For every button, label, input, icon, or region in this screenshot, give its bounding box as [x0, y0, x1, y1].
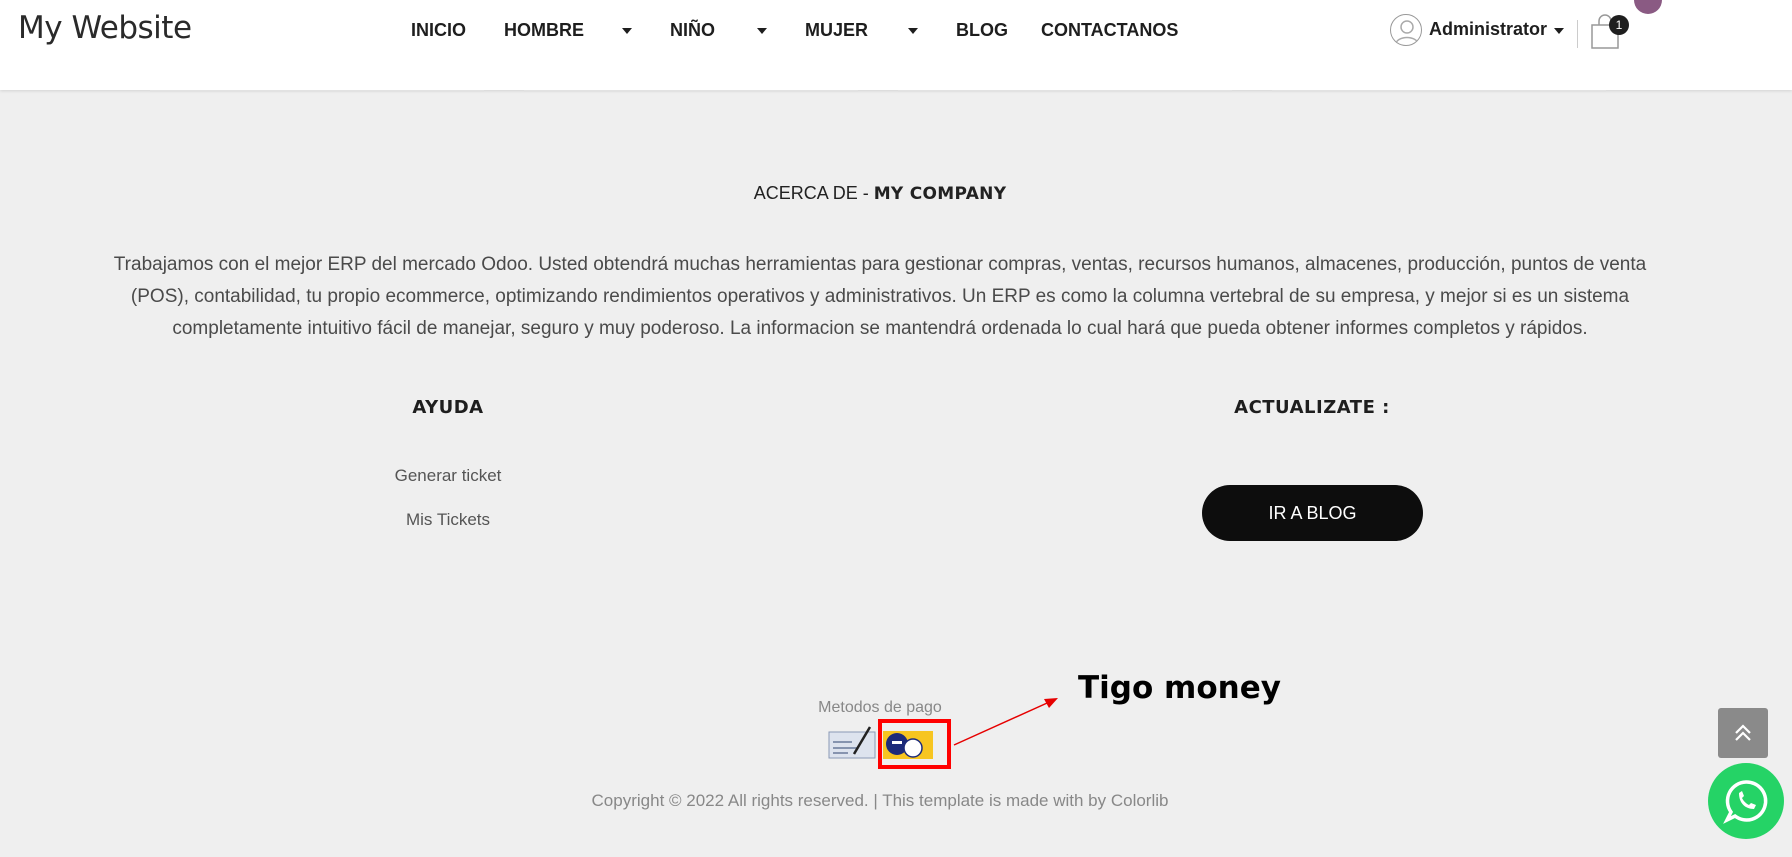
user-menu[interactable]: Administrator	[1429, 19, 1547, 40]
annotation-arrow-icon	[953, 698, 1058, 746]
about-heading-company: MY COMPANY	[873, 184, 1007, 204]
nav-inicio[interactable]: INICIO	[411, 20, 466, 41]
about-paragraph: Trabajamos con el mejor ERP del mercado …	[113, 254, 1647, 339]
tigo-money-logo-icon	[883, 731, 933, 759]
nav-nino[interactable]: NIÑO	[670, 20, 715, 41]
copyright-text: Copyright © 2022 All rights reserved. | …	[591, 791, 1169, 810]
go-to-blog-button[interactable]: IR A BLOG	[1202, 485, 1423, 541]
user-dropdown-caret-icon[interactable]	[1554, 28, 1564, 34]
help-heading: AYUDA	[412, 397, 484, 418]
product-card-edge	[150, 90, 484, 92]
floating-indicator	[1634, 0, 1662, 14]
double-chevron-up-icon	[1735, 724, 1751, 741]
user-avatar-icon[interactable]	[1390, 14, 1422, 46]
nav-mujer[interactable]: MUJER	[805, 20, 868, 41]
product-card-edge	[898, 90, 1232, 92]
scroll-to-top-button[interactable]	[1718, 708, 1768, 758]
about-heading-prefix: ACERCA DE -	[753, 183, 874, 203]
hombre-dropdown-caret-icon[interactable]	[622, 28, 632, 34]
tigo-money-annotation: Tigo money	[1078, 670, 1281, 706]
about-heading: ACERCA DE - MY COMPANY	[0, 183, 1760, 204]
whatsapp-chat-button[interactable]	[1708, 763, 1784, 839]
my-tickets-link[interactable]: Mis Tickets	[348, 510, 548, 530]
product-card-edge	[524, 90, 858, 92]
site-header: My Website INICIO HOMBRE NIÑO MUJER BLOG…	[0, 0, 1792, 92]
payment-methods-label: Metodos de pago	[818, 699, 942, 716]
site-logo[interactable]: My Website	[18, 10, 192, 46]
generate-ticket-link[interactable]: Generar ticket	[348, 466, 548, 486]
nav-contactanos[interactable]: CONTACTANOS	[1041, 20, 1178, 41]
product-card-edge	[1272, 90, 1606, 92]
check-payment-icon	[828, 724, 876, 762]
update-heading: ACTUALIZATE :	[1234, 397, 1390, 418]
cart-count-badge: 1	[1609, 15, 1629, 35]
whatsapp-icon	[1723, 780, 1768, 824]
header-divider	[1577, 20, 1578, 48]
nav-hombre[interactable]: HOMBRE	[504, 20, 584, 41]
nino-dropdown-caret-icon[interactable]	[757, 28, 767, 34]
mujer-dropdown-caret-icon[interactable]	[908, 28, 918, 34]
nav-blog[interactable]: BLOG	[956, 20, 1008, 41]
